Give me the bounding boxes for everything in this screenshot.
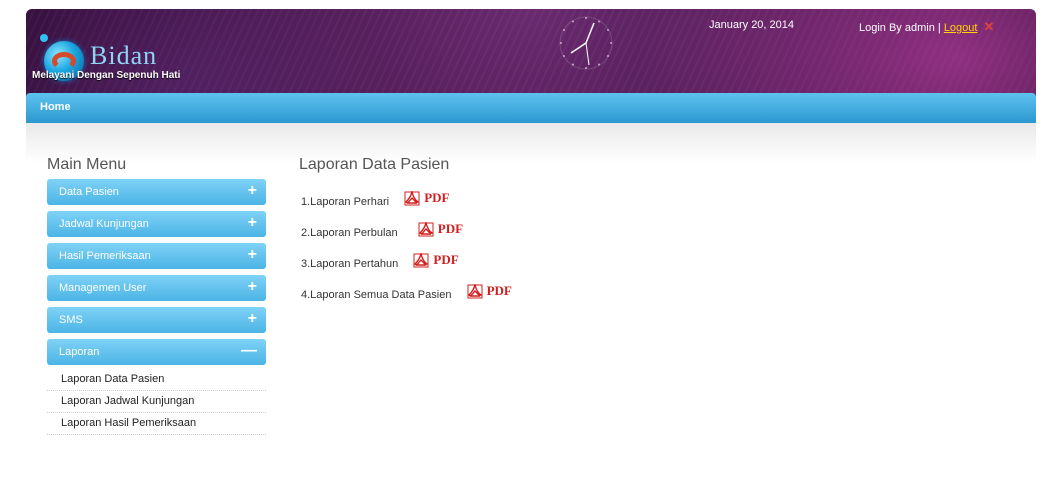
report-row: 1.Laporan Perhari PDF [301,186,512,217]
pdf-label: PDF [424,190,450,205]
report-label: 3.Laporan Pertahun [301,257,399,270]
collapse-icon[interactable]: — [241,342,257,360]
pdf-icon [467,281,482,298]
pdf-label: PDF [486,283,512,298]
pdf-download-link[interactable]: PDF [467,281,512,299]
report-row: 3.Laporan Pertahun PDF [301,248,512,279]
submenu-item-laporan-hasil-pemeriksaan[interactable]: Laporan Hasil Pemeriksaan [47,413,266,435]
pdf-icon [418,219,434,236]
submenu-item-laporan-jadwal-kunjungan[interactable]: Laporan Jadwal Kunjungan [47,391,266,413]
report-label: 4.Laporan Semua Data Pasien [301,288,452,301]
sidebar-title: Main Menu [47,156,127,173]
sidebar-menu: Data Pasien + Jadwal Kunjungan + Hasil P… [47,179,266,435]
app-frame: Bidan Melayani Dengan Sepenuh Hati Janua… [26,9,1036,497]
sidebar-item-laporan[interactable]: Laporan — [47,339,266,365]
nav-home-link[interactable]: Home [40,101,71,113]
pdf-icon [413,250,429,267]
expand-icon[interactable]: + [248,278,257,296]
sidebar-item-label: Laporan [59,346,100,358]
report-label: 1.Laporan Perhari [301,195,390,208]
login-info: Login By admin | Logout ✕ [859,19,994,35]
report-list: 1.Laporan Perhari PDF 2.Laporan Perbulan… [301,186,512,310]
sidebar-item-label: Hasil Pemeriksaan [59,250,151,262]
close-icon[interactable]: ✕ [984,19,995,34]
pdf-label: PDF [433,252,459,267]
sidebar-item-managemen-user[interactable]: Managemen User + [47,275,266,301]
report-label: 2.Laporan Perbulan [301,226,398,239]
pdf-download-link[interactable]: PDF [413,250,459,268]
pdf-label: PDF [437,221,464,236]
sidebar-item-label: Managemen User [59,282,147,294]
report-row: 4.Laporan Semua Data Pasien PDF [301,279,512,310]
sidebar-item-jadwal-kunjungan[interactable]: Jadwal Kunjungan + [47,211,266,237]
expand-icon[interactable]: + [248,310,257,328]
login-text: Login By admin | [859,22,941,34]
tagline: Melayani Dengan Sepenuh Hati [32,70,181,81]
sidebar-item-label: SMS [59,314,83,326]
pdf-icon [404,188,420,205]
logo-dot-icon [40,34,48,42]
expand-icon[interactable]: + [248,246,257,264]
laporan-submenu: Laporan Data Pasien Laporan Jadwal Kunju… [47,369,266,435]
app-title: Bidan [90,41,158,70]
sidebar-item-label: Jadwal Kunjungan [59,218,149,230]
expand-icon[interactable]: + [248,182,257,200]
pdf-download-link[interactable]: PDF [404,188,450,206]
sidebar-item-hasil-pemeriksaan[interactable]: Hasil Pemeriksaan + [47,243,266,269]
content-area: Main Menu Data Pasien + Jadwal Kunjungan… [26,123,1036,497]
submenu-item-laporan-data-pasien[interactable]: Laporan Data Pasien [47,369,266,391]
expand-icon[interactable]: + [248,214,257,232]
pdf-download-link[interactable]: PDF [418,219,464,237]
current-date: January 20, 2014 [709,19,795,31]
logout-link[interactable]: Logout [944,22,978,34]
nav-bar: Home [26,93,1036,123]
sidebar-item-label: Data Pasien [59,186,119,198]
report-row: 2.Laporan Perbulan PDF [301,217,512,248]
logo[interactable]: Bidan Melayani Dengan Sepenuh Hati [32,27,262,87]
sidebar-item-sms[interactable]: SMS + [47,307,266,333]
clock-icon [556,13,616,73]
page-title: Laporan Data Pasien [299,156,450,173]
sidebar-item-data-pasien[interactable]: Data Pasien + [47,179,266,205]
